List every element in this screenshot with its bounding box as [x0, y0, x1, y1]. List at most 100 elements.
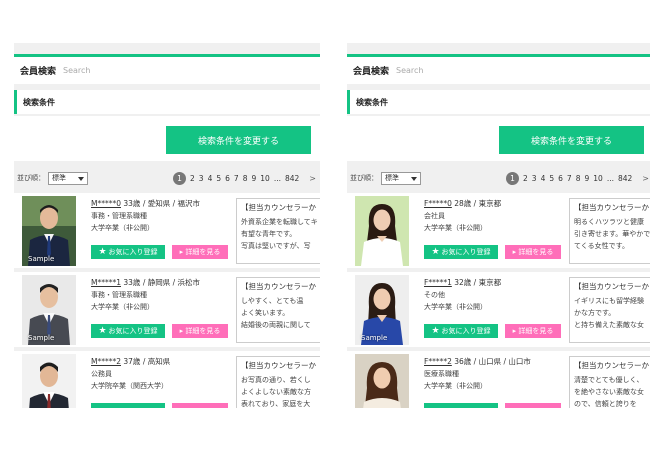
- add-favorite-label: お気に入り登録: [441, 248, 491, 256]
- star-icon: ★: [98, 247, 107, 257]
- comment-heading: 【担当カウンセラーか: [241, 282, 316, 291]
- add-favorite-button[interactable]: [424, 403, 498, 408]
- view-details-button[interactable]: [172, 403, 228, 408]
- member-photo[interactable]: [355, 196, 409, 266]
- page-link-current[interactable]: 1: [173, 171, 187, 185]
- member-username[interactable]: M*****1: [91, 278, 121, 287]
- next-page-icon[interactable]: >: [642, 174, 649, 183]
- search-input[interactable]: [396, 66, 597, 75]
- sort-select[interactable]: 標準: [381, 171, 421, 185]
- page-link[interactable]: 6: [225, 174, 230, 183]
- page-link[interactable]: 6: [558, 174, 563, 183]
- star-icon: ★: [98, 326, 107, 336]
- comment-text: 清楚でとても優しく、 を絶やさない素敵な女 ので、信頼と誇りを: [574, 376, 644, 408]
- member-username[interactable]: M*****2: [91, 357, 121, 366]
- change-conditions-button[interactable]: 検索条件を変更する: [166, 126, 311, 154]
- member-summary: M*****2 37歳 / 高知県: [91, 356, 231, 367]
- page-link[interactable]: 3: [199, 174, 204, 183]
- member-info: M*****1 33歳 / 静岡県 / 浜松市 事務・管理系職種 大学卒業（非公…: [91, 277, 231, 312]
- view-details-button[interactable]: ▸ 詳細を見る: [172, 245, 228, 259]
- add-favorite-button[interactable]: ★ お気に入り登録: [424, 324, 498, 338]
- page-link[interactable]: 7: [567, 174, 572, 183]
- page-link[interactable]: 10: [593, 174, 603, 183]
- member-photo[interactable]: Sample: [22, 275, 76, 345]
- star-icon: ★: [431, 326, 440, 336]
- view-details-button[interactable]: ▸ 詳細を見る: [505, 245, 561, 259]
- counselor-comment: 【担当カウンセラーか イギリスにも留学経験 かな方です。 と持ち備えた素敵な女: [569, 277, 650, 343]
- page-ellipsis: ...: [273, 173, 281, 183]
- view-details-button[interactable]: ▸ 詳細を見る: [505, 324, 561, 338]
- member-photo[interactable]: Sample: [22, 196, 76, 266]
- next-page-icon[interactable]: >: [309, 174, 316, 183]
- page-link[interactable]: 2: [190, 174, 195, 183]
- add-favorite-button[interactable]: ★ お気に入り登録: [424, 245, 498, 259]
- member-username[interactable]: F*****2: [424, 357, 452, 366]
- member-info: F*****2 36歳 / 山口県 / 山口市 医療系職種 大学卒業（非公開）: [424, 356, 564, 391]
- member-card: Sample F*****1 32歳 / 東京都 その他 大学卒業（非公開） ★…: [347, 272, 650, 347]
- page-link[interactable]: 8: [243, 174, 248, 183]
- sample-watermark: Sample: [28, 334, 55, 342]
- page-link[interactable]: 5: [549, 174, 554, 183]
- page-link[interactable]: 4: [208, 174, 213, 183]
- pagination: 1 2 3 4 5 6 7 8 9 10 ... 842 >: [506, 171, 649, 185]
- view-details-button[interactable]: ▸ 詳細を見る: [172, 324, 228, 338]
- member-photo[interactable]: Sample: [355, 275, 409, 345]
- page-link[interactable]: 7: [234, 174, 239, 183]
- member-photo[interactable]: [22, 354, 76, 408]
- page-link-last[interactable]: 842: [618, 174, 632, 183]
- add-favorite-button[interactable]: [91, 403, 165, 408]
- page-link[interactable]: 2: [523, 174, 528, 183]
- member-username[interactable]: F*****0: [424, 199, 452, 208]
- view-details-label: 詳細を見る: [518, 327, 554, 335]
- view-details-label: 詳細を見る: [185, 248, 221, 256]
- member-education: 大学院卒業（関西大学）: [91, 382, 168, 390]
- sort-label: 並び順：: [350, 174, 378, 182]
- star-icon: ★: [431, 247, 440, 257]
- member-card: Sample M*****0 33歳 / 愛知県 / 福沢市 事務・管理系職種 …: [14, 193, 320, 268]
- page-link[interactable]: 5: [216, 174, 221, 183]
- sort-select[interactable]: 標準: [48, 171, 88, 185]
- page-link[interactable]: 9: [584, 174, 589, 183]
- member-education: 大学卒業（非公開）: [91, 224, 154, 232]
- member-card: Sample M*****1 33歳 / 静岡県 / 浜松市 事務・管理系職種 …: [14, 272, 320, 347]
- change-conditions-area: 検索条件を変更する: [14, 116, 320, 161]
- page-link-last[interactable]: 842: [285, 174, 299, 183]
- view-details-button[interactable]: [505, 403, 561, 408]
- member-occupation: その他: [424, 291, 445, 299]
- comment-text: 外資系企業を転職してキ 有望な青年です。 写真は堅いですが、写: [241, 218, 318, 250]
- page-link[interactable]: 10: [260, 174, 270, 183]
- member-age-location: 33歳 / 静岡県 / 浜松市: [123, 278, 201, 287]
- member-occupation: 会社員: [424, 212, 445, 220]
- comment-heading: 【担当カウンセラーか: [574, 203, 649, 212]
- page-link[interactable]: 9: [251, 174, 256, 183]
- search-conditions-title: 検索条件: [23, 97, 55, 107]
- member-search-bar: 会員検索: [347, 54, 650, 84]
- member-username[interactable]: F*****1: [424, 278, 452, 287]
- member-occupation: 事務・管理系職種: [91, 291, 147, 299]
- member-search-bar: 会員検索: [14, 54, 320, 84]
- member-username[interactable]: M*****0: [91, 199, 121, 208]
- pagination: 1 2 3 4 5 6 7 8 9 10 ... 842 >: [173, 171, 316, 185]
- page-link[interactable]: 3: [532, 174, 537, 183]
- member-search-title: 会員検索: [20, 67, 57, 77]
- counselor-comment: 【担当カウンセラーか 明るくハツラツと健康 引き寄せます。華やかでとてもか てく…: [569, 198, 650, 264]
- page-link[interactable]: 8: [576, 174, 581, 183]
- member-photo[interactable]: [355, 354, 409, 408]
- search-conditions-header: 検索条件: [347, 90, 650, 114]
- member-card: M*****2 37歳 / 高知県 公務員 大学院卒業（関西大学） 【担当カウン…: [14, 351, 320, 408]
- female-portrait-image: [355, 354, 409, 408]
- member-occupation: 医療系職種: [424, 370, 459, 378]
- page-link-current[interactable]: 1: [506, 171, 520, 185]
- search-input[interactable]: [63, 66, 264, 75]
- sort-select-value: 標準: [52, 174, 66, 182]
- member-education: 大学卒業（非公開）: [424, 303, 487, 311]
- add-favorite-button[interactable]: ★ お気に入り登録: [91, 324, 165, 338]
- search-conditions-header: 検索条件: [14, 90, 320, 114]
- member-card: F*****2 36歳 / 山口県 / 山口市 医療系職種 大学卒業（非公開） …: [347, 351, 650, 408]
- change-conditions-button[interactable]: 検索条件を変更する: [499, 126, 644, 154]
- member-age-location: 28歳 / 東京都: [454, 199, 502, 208]
- add-favorite-button[interactable]: ★ お気に入り登録: [91, 245, 165, 259]
- member-summary: F*****1 32歳 / 東京都: [424, 277, 564, 288]
- page-link[interactable]: 4: [541, 174, 546, 183]
- member-card: F*****0 28歳 / 東京都 会社員 大学卒業（非公開） ★ お気に入り登録…: [347, 193, 650, 268]
